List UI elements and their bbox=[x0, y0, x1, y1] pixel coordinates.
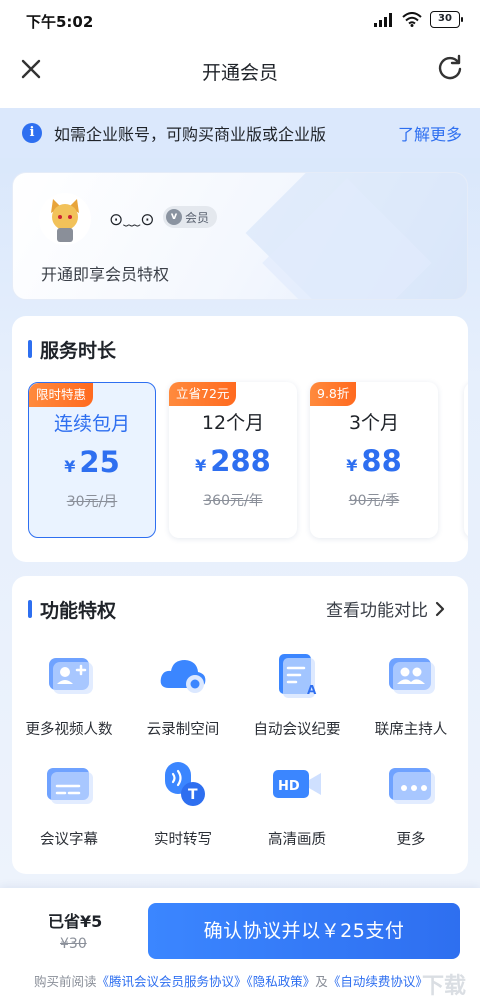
member-badge: v 会员 bbox=[163, 206, 218, 228]
cloud-recording-icon bbox=[160, 660, 206, 693]
svg-text:T: T bbox=[188, 787, 198, 803]
confirm-pay-button[interactable]: 确认协议并以￥25支付 bbox=[148, 903, 460, 959]
nickname: ⊙﹏⊙ bbox=[109, 210, 155, 230]
compare-features-label: 查看功能对比 bbox=[326, 601, 428, 621]
transcription-icon: T bbox=[165, 762, 205, 806]
feature-label: 云录制空间 bbox=[146, 722, 220, 738]
agreement-and: 及 bbox=[315, 974, 328, 989]
plan-tag: 立省72元 bbox=[169, 382, 237, 406]
plan-price: ¥25 bbox=[29, 445, 155, 479]
plan-price: ¥88 bbox=[310, 444, 438, 478]
feature-label: 更多 bbox=[396, 832, 426, 848]
svg-text:A: A bbox=[307, 683, 317, 697]
plan-name: 连续包月 bbox=[53, 413, 130, 435]
plan-original-price: 90元/季 bbox=[348, 493, 400, 509]
chevron-right-icon bbox=[435, 601, 445, 616]
status-time: 下午5:02 bbox=[26, 13, 94, 31]
subtitles-icon bbox=[47, 768, 93, 804]
agreement-text: 购买前阅读《腾讯会议会员服务协议》《隐私政策》及《自动续费协议》 bbox=[34, 971, 428, 990]
privacy-policy-link[interactable]: 《隐私政策》 bbox=[247, 974, 316, 989]
feature-label: 实时转写 bbox=[154, 832, 212, 848]
user-card: ⊙﹏⊙ v 会员 开通即享会员特权 bbox=[12, 172, 468, 300]
plan-price: ¥288 bbox=[169, 444, 297, 478]
notice-text: 如需企业账号，可购买商业版或企业版 bbox=[54, 125, 327, 144]
enterprise-notice-banner: i 如需企业账号，可购买商业版或企业版 了解更多 bbox=[0, 108, 480, 158]
feature-item[interactable]: HD 高清画质 bbox=[240, 758, 354, 849]
price-value: 288 bbox=[210, 444, 271, 478]
feature-item[interactable]: T 实时转写 bbox=[126, 758, 240, 849]
service-agreement-link[interactable]: 《腾讯会议会员服务协议》 bbox=[97, 974, 247, 989]
features-section: 功能特权 查看功能对比 更多视频人数 云录制空间 A 自动会议纪要 联席主持人 … bbox=[12, 576, 468, 874]
svg-text:HD: HD bbox=[278, 779, 300, 794]
avatar bbox=[39, 193, 91, 245]
feature-label: 高清画质 bbox=[268, 832, 326, 848]
currency-symbol: ¥ bbox=[195, 456, 207, 475]
learn-more-link[interactable]: 了解更多 bbox=[398, 121, 462, 145]
signal-icon bbox=[374, 12, 392, 27]
meeting-minutes-icon: A bbox=[279, 654, 317, 698]
service-duration-section: 服务时长 限时特惠 连续包月 ¥25 30元/月 立省72元 12个月 ¥288… bbox=[12, 316, 468, 562]
plan-card-12-months[interactable]: 立省72元 12个月 ¥288 360元/年 bbox=[169, 382, 297, 538]
original-total: ¥30 bbox=[60, 936, 87, 952]
auto-renew-agreement-link[interactable]: 《自动续费协议》 bbox=[328, 974, 428, 989]
currency-symbol: ¥ bbox=[346, 456, 358, 475]
nav-bar: 开通会员 bbox=[0, 42, 480, 108]
co-host-icon bbox=[389, 658, 435, 694]
price-value: 88 bbox=[361, 444, 402, 478]
vip-icon: v bbox=[166, 209, 182, 225]
feature-label: 更多视频人数 bbox=[25, 722, 113, 738]
plan-tag: 限时特惠 bbox=[29, 383, 94, 407]
plan-card-next[interactable] bbox=[464, 382, 468, 538]
price-value: 25 bbox=[79, 445, 120, 479]
currency-symbol: ¥ bbox=[64, 457, 76, 476]
info-icon: i bbox=[22, 123, 42, 143]
plan-card-monthly[interactable]: 限时特惠 连续包月 ¥25 30元/月 bbox=[28, 382, 156, 538]
refresh-icon[interactable] bbox=[436, 54, 464, 82]
battery-icon: 30 bbox=[430, 11, 463, 28]
feature-label: 联席主持人 bbox=[374, 722, 448, 738]
feature-item[interactable]: 会议字幕 bbox=[12, 758, 126, 849]
page-title: 开通会员 bbox=[201, 62, 278, 84]
plan-original-price: 360元/年 bbox=[203, 493, 263, 509]
card-subtitle: 开通即享会员特权 bbox=[41, 265, 170, 284]
saved-amount: 已省¥5 bbox=[48, 912, 103, 931]
feature-item[interactable]: 联席主持人 bbox=[354, 648, 468, 739]
feature-item[interactable]: 更多视频人数 bbox=[12, 648, 126, 739]
watermark: 下载 bbox=[421, 974, 466, 999]
section-title: 服务时长 bbox=[28, 336, 116, 363]
feature-label: 自动会议纪要 bbox=[253, 722, 341, 738]
plan-name: 12个月 bbox=[201, 412, 265, 434]
plan-tag: 9.8折 bbox=[310, 382, 357, 406]
plan-list: 限时特惠 连续包月 ¥25 30元/月 立省72元 12个月 ¥288 360元… bbox=[28, 382, 468, 538]
bottom-pay-bar: 已省¥5 ¥30 确认协议并以￥25支付 购买前阅读《腾讯会议会员服务协议》《隐… bbox=[0, 888, 480, 999]
plan-card-3-months[interactable]: 9.8折 3个月 ¥88 90元/季 bbox=[310, 382, 438, 538]
feature-item[interactable]: 更多 bbox=[354, 758, 468, 849]
wifi-icon bbox=[402, 12, 422, 27]
hd-video-icon: HD bbox=[273, 770, 321, 798]
section-title: 功能特权 bbox=[28, 596, 116, 623]
plan-name: 3个月 bbox=[348, 412, 400, 434]
compare-features-link[interactable]: 查看功能对比 bbox=[326, 596, 446, 621]
feature-item[interactable]: 云录制空间 bbox=[126, 648, 240, 739]
more-icon bbox=[389, 768, 435, 804]
member-badge-label: 会员 bbox=[185, 210, 210, 225]
video-participants-icon bbox=[49, 658, 93, 694]
agreement-prefix: 购买前阅读 bbox=[34, 974, 97, 989]
status-bar: 下午5:02 30 bbox=[0, 0, 480, 42]
plan-original-price: 30元/月 bbox=[66, 494, 118, 510]
feature-item[interactable]: A 自动会议纪要 bbox=[240, 648, 354, 739]
status-icons: 30 bbox=[374, 11, 463, 28]
feature-label: 会议字幕 bbox=[40, 832, 98, 848]
